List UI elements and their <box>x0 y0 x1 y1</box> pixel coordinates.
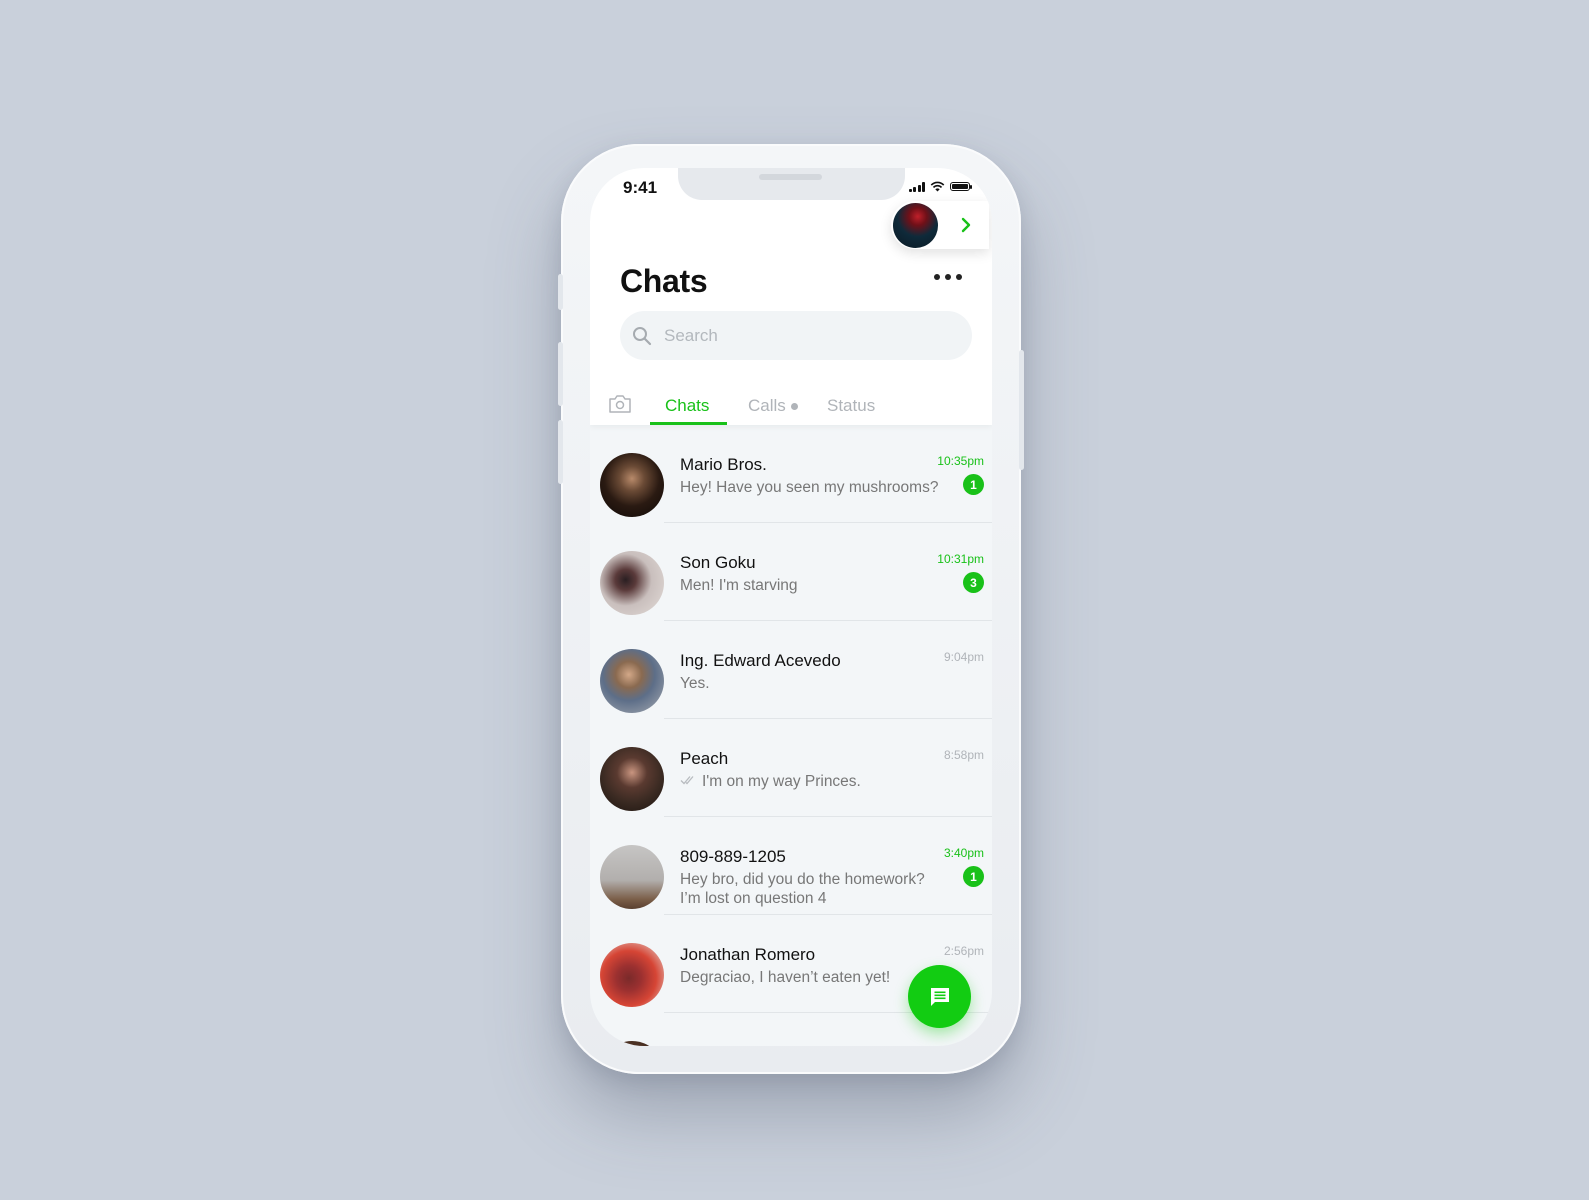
chat-name: Peach <box>680 749 729 768</box>
chat-list: Mario Bros. Hey! Have you seen my mushro… <box>590 425 992 1046</box>
chat-preview: Hey bro, did you do the homework? I’m lo… <box>680 871 925 907</box>
tab-calls[interactable]: Calls <box>748 396 798 416</box>
chat-time: 2:56pm <box>943 944 984 958</box>
chat-time: 10:35pm <box>937 454 984 468</box>
speaker-grille <box>759 174 822 180</box>
chat-preview: Hey! Have you seen my mushrooms? <box>680 479 939 496</box>
volume-down-button <box>558 420 563 484</box>
tab-bar: Chats Calls Status <box>590 390 992 425</box>
unread-badge: 3 <box>963 572 984 593</box>
unread-badge: 1 <box>963 866 984 887</box>
search-bar[interactable] <box>620 311 972 360</box>
chat-preview: Yes. <box>680 675 710 692</box>
chat-name: Mario Bros. <box>680 455 767 474</box>
chat-name: Ing. Edward Acevedo <box>680 651 841 670</box>
chat-time: 8:58pm <box>943 748 984 762</box>
chat-preview: I'm on my way Princes. <box>702 773 861 790</box>
avatar <box>600 453 664 517</box>
camera-icon[interactable] <box>608 394 632 414</box>
notch <box>678 168 905 200</box>
status-icons <box>908 181 972 192</box>
more-options-button[interactable] <box>930 270 966 284</box>
status-time: 9:41 <box>623 178 658 197</box>
chat-preview: Men! I'm starving <box>680 577 798 594</box>
tab-calls-label: Calls <box>748 396 786 415</box>
chat-time: 9:04pm <box>943 650 984 664</box>
chat-preview: Degraciao, I haven’t eaten yet! <box>680 969 891 986</box>
chat-item-mario-bros[interactable]: Mario Bros. Hey! Have you seen my mushro… <box>590 425 992 523</box>
wifi-icon <box>930 181 945 192</box>
avatar <box>600 1041 664 1046</box>
chat-item-peach[interactable]: Peach I'm on my way Princes. 8:58pm <box>590 719 992 817</box>
profile-button[interactable] <box>891 201 989 249</box>
chat-item-edward-acevedo[interactable]: Ing. Edward Acevedo Yes. 9:04pm <box>590 621 992 719</box>
search-icon <box>633 326 652 345</box>
chat-item-son-goku[interactable]: Son Goku Men! I'm starving 10:31pm 3 <box>590 523 992 621</box>
chat-item-809-889-1205[interactable]: 809-889-1205 Hey bro, did you do the hom… <box>590 817 992 915</box>
chat-name: Jonathan Romero <box>680 945 816 964</box>
chat-time: 10:31pm <box>937 552 984 566</box>
chat-name: Son Goku <box>680 553 756 572</box>
new-message-icon <box>930 987 949 1006</box>
mute-switch <box>558 274 563 310</box>
calls-indicator-dot <box>790 402 798 410</box>
more-horizontal-icon <box>934 274 940 280</box>
new-chat-button[interactable] <box>908 965 971 1028</box>
chat-time: 3:40pm <box>943 846 984 860</box>
battery-icon <box>950 182 972 191</box>
tab-status[interactable]: Status <box>827 396 875 416</box>
header: 9:41 Chats Search Chats Calls Status <box>590 168 992 425</box>
power-button <box>1019 350 1024 470</box>
avatar <box>600 649 664 713</box>
tab-chats[interactable]: Chats <box>665 396 709 416</box>
search-input[interactable] <box>664 325 944 346</box>
page-title: Chats <box>620 263 708 299</box>
avatar <box>600 943 664 1007</box>
active-tab-indicator <box>650 422 727 425</box>
phone-frame: 9:41 Chats Search Chats Calls Status Mar… <box>558 144 1024 1074</box>
avatar <box>600 845 664 909</box>
unread-badge: 1 <box>963 474 984 495</box>
volume-up-button <box>558 342 563 406</box>
avatar <box>600 747 664 811</box>
avatar <box>600 551 664 615</box>
phone-screen: 9:41 Chats Search Chats Calls Status Mar… <box>590 168 992 1046</box>
chevron-right-icon <box>961 217 971 233</box>
profile-avatar <box>893 203 938 248</box>
double-check-icon <box>680 776 694 785</box>
chat-preview-container: I'm on my way Princes. <box>680 772 940 791</box>
signal-icon <box>908 181 925 192</box>
chat-name: 809-889-1205 <box>680 847 786 866</box>
